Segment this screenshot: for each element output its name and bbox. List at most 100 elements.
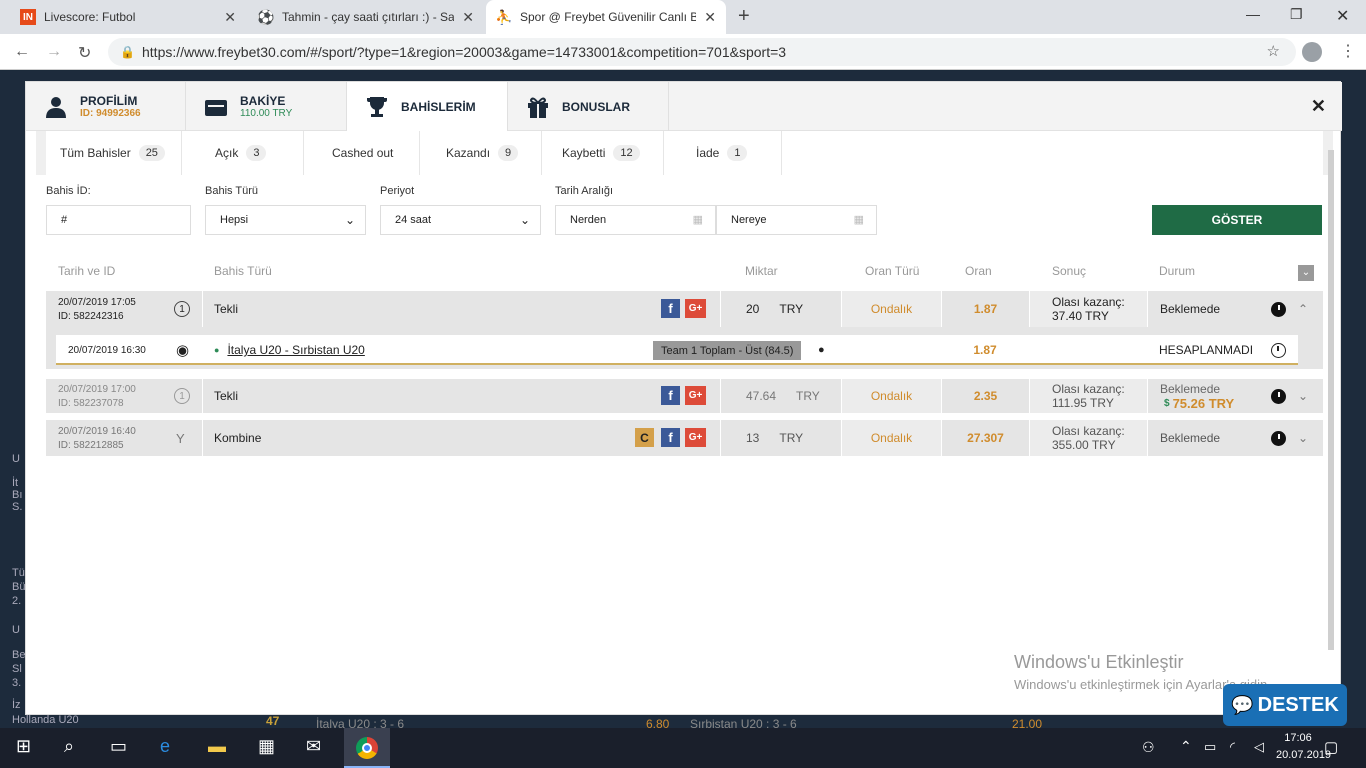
date-from-input[interactable]: Nerden ▦ (555, 205, 716, 235)
bet-type-label: Bahis Türü (205, 185, 258, 197)
modal-scrollbar[interactable] (1328, 150, 1334, 650)
col-date-id: Tarih ve ID (58, 264, 116, 278)
restore-icon[interactable]: ❐ (1290, 6, 1303, 23)
url-field[interactable]: 🔒 https://www.freybet30.com/#/sport/?typ… (108, 38, 1296, 66)
notifications-icon[interactable]: ▢ (1324, 738, 1338, 756)
cashout-c-icon[interactable]: C (635, 428, 654, 447)
chevron-down-icon[interactable]: ⌄ (1298, 389, 1308, 403)
search-icon[interactable]: ⌕ (64, 736, 74, 757)
side-text: 2. (12, 595, 22, 607)
chevron-up-tray-icon[interactable]: ⌃ (1180, 738, 1192, 755)
result-label: Olası kazanç: (1052, 424, 1125, 438)
filter-won[interactable]: Kazandı 9 (420, 131, 542, 175)
filter-label: Tüm Bahisler (60, 146, 131, 160)
clock-time[interactable]: 17:06 (1280, 732, 1316, 744)
close-tab-icon[interactable]: ✕ (224, 9, 236, 26)
bet-filter-bar: Tüm Bahisler 25 Açık 3 Cashed out Kazand… (46, 131, 1323, 175)
gplus-share-icon[interactable]: G+ (685, 428, 706, 447)
table-row[interactable]: 20/07/2019 17:05 ID: 582242316 1 Tekli f… (46, 291, 1323, 327)
chrome-taskbar-button[interactable] (344, 728, 390, 768)
people-icon[interactable]: ⚇ (1142, 739, 1155, 756)
clock-date[interactable]: 20.07.2019 (1276, 749, 1331, 761)
table-row[interactable]: 20/07/2019 16:40 ID: 582212885 Y Kombine… (46, 420, 1323, 456)
battery-icon[interactable]: ▭ (1204, 739, 1216, 755)
combo-bet-icon: Y (176, 430, 185, 446)
freybet-icon: ⛹ (495, 8, 513, 25)
bet-amount: 20 (746, 302, 760, 316)
filter-lost[interactable]: Kaybetti 12 (542, 131, 664, 175)
reload-icon[interactable]: ↻ (78, 43, 91, 63)
support-button[interactable]: 💬 DESTEK (1223, 684, 1347, 726)
new-tab-button[interactable]: + (738, 5, 750, 28)
period-select[interactable]: 24 saat ⌄ (380, 205, 541, 235)
store-icon[interactable]: ▦ (258, 736, 275, 757)
cashout-offer[interactable]: $ 75.26 TRY (1160, 396, 1234, 411)
col-amount: Miktar (745, 264, 778, 278)
clock-icon (1271, 388, 1286, 404)
market-label: Team 1 Toplam - Üst (84.5) (661, 344, 794, 357)
edge-icon[interactable]: e (160, 736, 170, 757)
mail-icon[interactable]: ✉ (306, 736, 321, 757)
table-row[interactable]: 20/07/2019 17:00 ID: 582237078 1 Tekli f… (46, 379, 1323, 413)
file-explorer-icon[interactable]: ▬ (208, 736, 226, 757)
filter-open[interactable]: Açık 3 (182, 131, 304, 175)
profile-avatar[interactable] (1302, 42, 1322, 62)
browser-tab-freybet[interactable]: ⛹ Spor @ Freybet Güvenilir Canlı B ✕ (486, 0, 726, 34)
tab-balance[interactable]: BAKİYE 110.00 TRY (186, 82, 347, 131)
result-label: Olası kazanç: (1052, 382, 1125, 396)
browser-tab-strip: IN Livescore: Futbol ✕ ⚽ Tahmin - çay sa… (0, 0, 1366, 34)
tab-my-bets-label: BAHİSLERİM (401, 100, 476, 114)
chevron-down-icon[interactable]: ⌄ (1298, 431, 1308, 445)
close-tab-icon[interactable]: ✕ (462, 9, 474, 26)
match-link[interactable]: İtalya U20 - Sırbistan U20 (227, 343, 364, 357)
tab-my-bets[interactable]: BAHİSLERİM (347, 82, 508, 132)
facebook-share-icon[interactable]: f (661, 428, 680, 447)
minimize-icon[interactable]: — (1246, 6, 1260, 22)
gplus-share-icon[interactable]: G+ (685, 386, 706, 405)
collapse-all-icon[interactable]: ⌄ (1298, 265, 1314, 281)
filter-all[interactable]: Tüm Bahisler 25 (46, 131, 182, 175)
wallet-icon (204, 95, 228, 119)
side-text: İt (12, 477, 19, 489)
close-modal-button[interactable]: ✕ (1311, 96, 1326, 117)
facebook-share-icon[interactable]: f (661, 386, 680, 405)
more-menu-icon[interactable]: ⋮ (1340, 41, 1356, 61)
browser-tab-tahmin[interactable]: ⚽ Tahmin - çay saati çıtırları :) - Say … (248, 0, 484, 34)
side-text: U (12, 624, 20, 636)
bookmark-star-icon[interactable]: ☆ (1267, 38, 1280, 66)
url-text: https://www.freybet30.com/#/sport/?type=… (142, 44, 787, 60)
volume-icon[interactable]: ◁ (1254, 739, 1264, 755)
bet-currency: TRY (779, 302, 804, 316)
side-text: İz (12, 699, 21, 711)
trophy-icon (365, 95, 389, 119)
bet-detail-row: 20/07/2019 16:30 ◉ ● İtalya U20 - Sırbis… (46, 327, 1323, 369)
facebook-share-icon[interactable]: f (661, 299, 680, 318)
tab-bonuses[interactable]: BONUSLAR (508, 82, 669, 131)
bg-value: 47 (266, 714, 280, 728)
date-to-input[interactable]: Nereye ▦ (716, 205, 877, 235)
bet-type-select[interactable]: Hepsi ⌄ (205, 205, 366, 235)
bet-id: ID: 582212885 (58, 439, 124, 451)
bet-currency: TRY (796, 389, 820, 403)
gplus-share-icon[interactable]: G+ (685, 299, 706, 318)
task-view-icon[interactable]: ▭ (110, 736, 127, 757)
odds-type: Ondalık (870, 302, 913, 316)
filter-cashed-out[interactable]: Cashed out (304, 131, 420, 175)
filter-refund[interactable]: İade 1 (664, 131, 782, 175)
calendar-icon: ▦ (853, 214, 864, 226)
windows-start-icon[interactable]: ⊞ (16, 736, 31, 757)
close-window-icon[interactable]: ✕ (1336, 6, 1349, 26)
browser-tab-livescore[interactable]: IN Livescore: Futbol ✕ (10, 0, 246, 34)
show-button[interactable]: GÖSTER (1152, 205, 1322, 235)
chevron-up-icon[interactable]: ⌃ (1298, 302, 1308, 316)
tab-profile[interactable]: PROFİLİM ID: 94992366 (26, 82, 186, 131)
back-icon[interactable]: ← (14, 43, 30, 61)
wifi-icon[interactable]: ◜ (1230, 739, 1235, 755)
result-value: 111.95 TRY (1052, 396, 1114, 410)
col-status: Durum (1159, 264, 1196, 278)
bet-id-input[interactable]: # (46, 205, 191, 235)
basketball-icon: ◉ (176, 342, 190, 359)
close-tab-icon[interactable]: ✕ (704, 9, 716, 26)
forward-icon[interactable]: → (46, 43, 62, 61)
account-modal: PROFİLİM ID: 94992366 BAKİYE 110.00 TRY … (25, 81, 1342, 715)
